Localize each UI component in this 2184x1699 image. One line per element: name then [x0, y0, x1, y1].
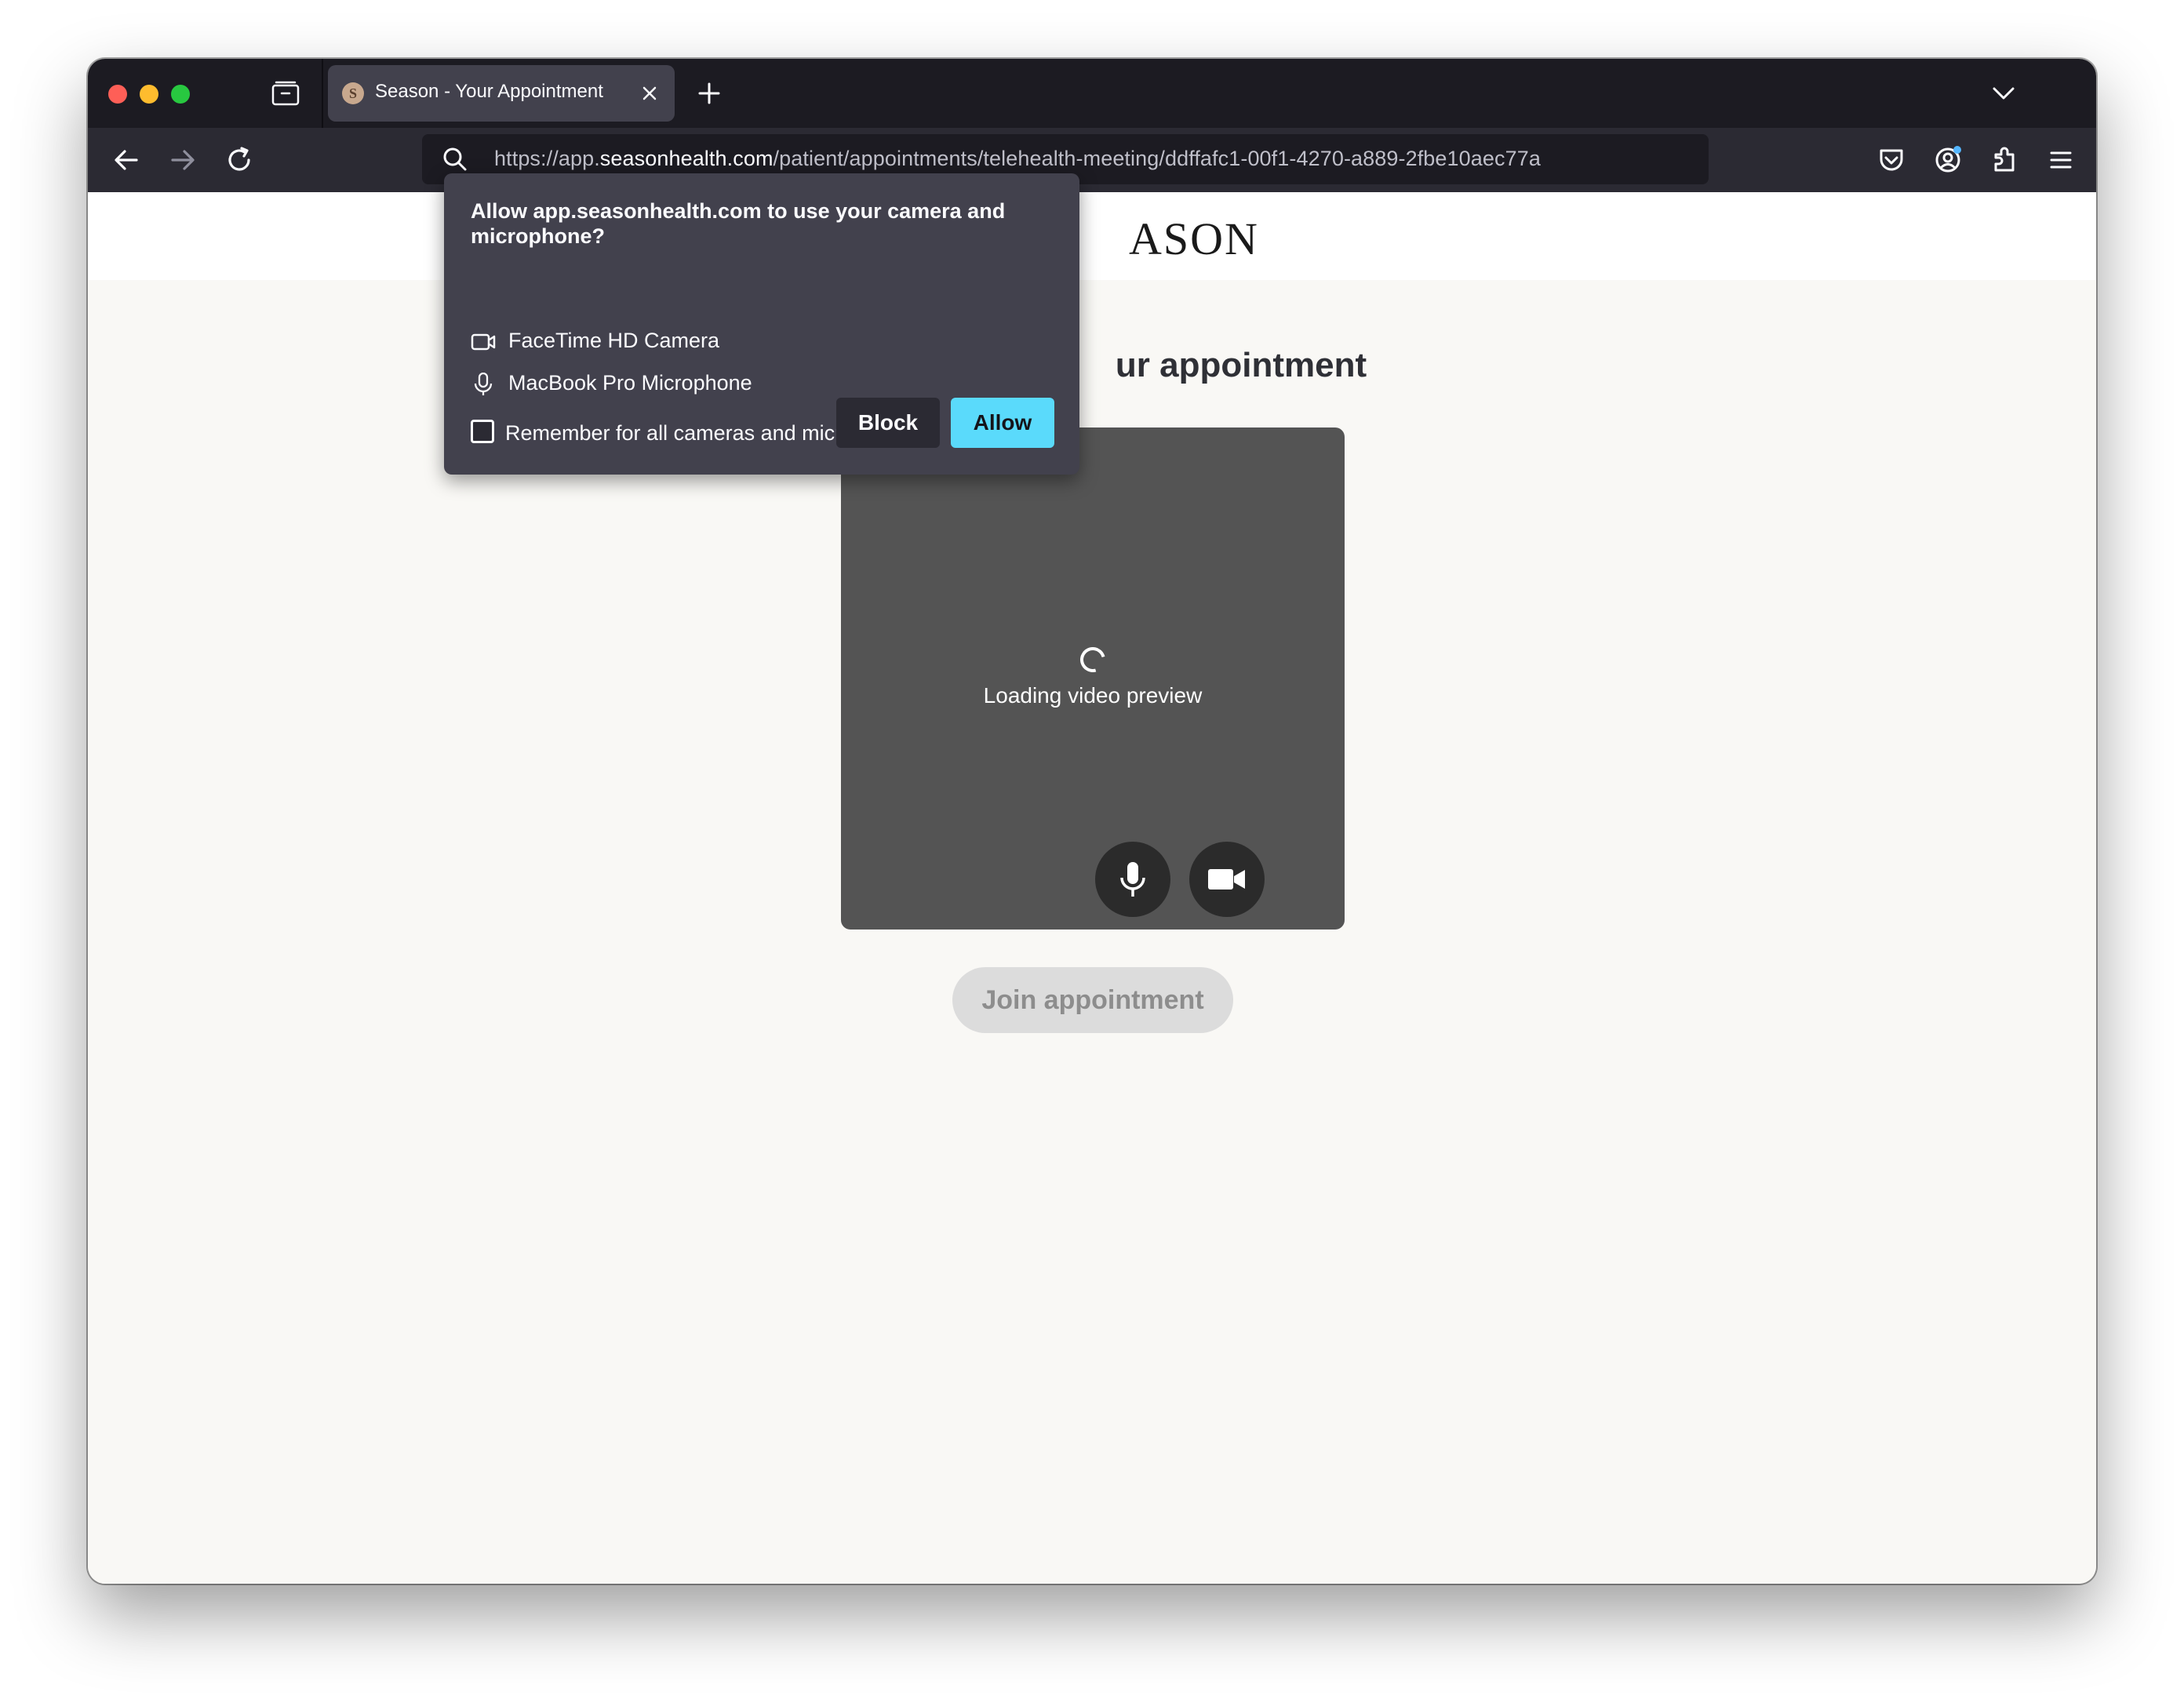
camera-toggle-button[interactable]	[1189, 842, 1265, 917]
navigation-toolbar: https://app.seasonhealth.com/patient/app…	[88, 128, 2096, 192]
search-icon	[443, 147, 467, 171]
allow-button[interactable]: Allow	[951, 398, 1054, 448]
microphone-icon	[474, 373, 493, 395]
maximize-window-button[interactable]	[171, 85, 190, 104]
chevron-down-icon[interactable]	[1989, 81, 2018, 106]
loading-text: Loading video preview	[983, 683, 1203, 708]
microphone-label: MacBook Pro Microphone	[508, 371, 752, 395]
join-appointment-button[interactable]: Join appointment	[952, 967, 1233, 1033]
url-path: /patient/appointments/telehealth-meeting…	[773, 147, 1541, 170]
tab-season-appointment[interactable]: S Season - Your Appointment	[328, 65, 675, 122]
remember-checkbox[interactable]	[471, 420, 494, 443]
pocket-icon[interactable]	[1875, 144, 1908, 176]
permission-title: Allow app.seasonhealth.com to use your c…	[471, 199, 1006, 248]
new-tab-plus-icon[interactable]	[693, 78, 725, 109]
close-window-button[interactable]	[108, 85, 127, 104]
season-logo: ASON	[88, 213, 2096, 265]
browser-window: S Season - Your Appointment https://app.…	[88, 59, 2096, 1584]
page-title: ur appointment	[88, 346, 2096, 385]
extensions-puzzle-icon[interactable]	[1988, 144, 2021, 176]
menu-hamburger-icon[interactable]	[2044, 144, 2077, 176]
video-preview: Loading video preview	[841, 427, 1345, 930]
video-camera-icon	[1208, 869, 1245, 890]
site-header: ASON	[88, 192, 2096, 280]
tab-title: Season - Your Appointment	[375, 81, 603, 102]
minimize-window-button[interactable]	[140, 85, 158, 104]
url-host: seasonhealth.com	[599, 147, 774, 170]
page-content: ASON ur appointment Loading video previe…	[88, 192, 2096, 1584]
close-icon[interactable]	[639, 82, 661, 104]
loading-spinner-icon	[1076, 642, 1110, 677]
url-prefix: https://app.	[494, 147, 600, 170]
tab-bar: S Season - Your Appointment	[88, 59, 2096, 128]
microphone-icon	[1120, 862, 1145, 897]
forward-arrow-icon[interactable]	[166, 144, 199, 176]
microphone-toggle-button[interactable]	[1095, 842, 1170, 917]
back-arrow-icon[interactable]	[110, 144, 143, 176]
tab-separator	[322, 59, 323, 128]
reload-icon[interactable]	[223, 144, 256, 176]
camera-icon	[471, 333, 496, 351]
page-title-text: ur appointment	[1115, 346, 1367, 384]
url-text[interactable]: https://app.seasonhealth.com/patient/app…	[494, 147, 1541, 171]
firefox-view-icon[interactable]	[270, 79, 301, 107]
permission-popup: Allow app.seasonhealth.com to use your c…	[444, 173, 1079, 475]
camera-label: FaceTime HD Camera	[508, 329, 720, 352]
logo-text: ASON	[1129, 213, 1259, 264]
block-button[interactable]: Block	[836, 398, 940, 448]
season-favicon-icon: S	[342, 82, 364, 104]
account-icon[interactable]	[1931, 144, 1964, 176]
